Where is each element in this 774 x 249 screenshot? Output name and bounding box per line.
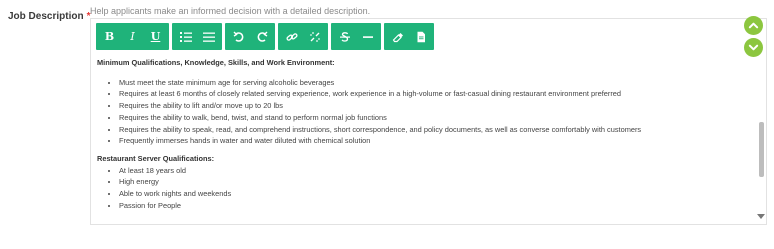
- move-down-button[interactable]: [744, 38, 763, 57]
- undo-button[interactable]: [227, 23, 250, 50]
- server-qualifications-list: At least 18 years old High energy Able t…: [97, 165, 745, 212]
- chevron-up-icon: [748, 22, 759, 29]
- editor-toolbar: B I U: [96, 23, 434, 50]
- job-description-label: Job Description *: [8, 11, 90, 22]
- link-group: [278, 23, 328, 50]
- scroll-down-arrow-icon[interactable]: [757, 214, 765, 219]
- misc-group: [384, 23, 434, 50]
- list-item: Requires the ability to speak, read, and…: [119, 124, 745, 136]
- rich-text-editor[interactable]: B I U Minimum Qualifications, Knowledge,…: [90, 18, 767, 225]
- unlink-button[interactable]: [303, 23, 326, 50]
- list-item: Requires at least 6 months of closely re…: [119, 88, 745, 100]
- editor-content[interactable]: Minimum Qualifications, Knowledge, Skill…: [97, 57, 745, 223]
- undo-icon: [233, 31, 243, 42]
- strikethrough-icon: [339, 31, 350, 42]
- eraser-icon: [392, 32, 403, 42]
- editor-scrollbar[interactable]: [756, 56, 766, 224]
- document-button[interactable]: [409, 23, 432, 50]
- ordered-list-icon: [179, 31, 192, 42]
- horizontal-rule-icon: [362, 35, 373, 38]
- bold-icon: B: [104, 30, 115, 43]
- list-item: High energy: [119, 176, 745, 188]
- list-item: Must meet the state minimum age for serv…: [119, 77, 745, 89]
- document-icon: [417, 31, 425, 42]
- redo-icon: [257, 31, 267, 42]
- unordered-list-icon: [202, 32, 215, 42]
- link-button[interactable]: [280, 23, 303, 50]
- list-item: Requires the ability to lift and/or move…: [119, 100, 745, 112]
- italic-icon: I: [130, 30, 135, 43]
- list-item: Passion for People: [119, 200, 745, 212]
- unordered-list-button[interactable]: [197, 23, 220, 50]
- list-item: Frequently immerses hands in water and w…: [119, 135, 745, 147]
- ordered-list-button[interactable]: [174, 23, 197, 50]
- bold-button[interactable]: B: [98, 23, 121, 50]
- qualifications-list: Must meet the state minimum age for serv…: [97, 77, 745, 147]
- eraser-button[interactable]: [386, 23, 409, 50]
- horizontal-rule-button[interactable]: [356, 23, 379, 50]
- label-text: Job Description: [8, 11, 84, 22]
- list-group: [172, 23, 222, 50]
- section-title: Restaurant Server Qualifications:: [97, 153, 215, 163]
- list-item: Able to work nights and weekends: [119, 188, 745, 200]
- help-text: Help applicants make an informed decisio…: [90, 6, 371, 16]
- underline-icon: U: [150, 30, 161, 43]
- strikethrough-button[interactable]: [333, 23, 356, 50]
- text-format-group: B I U: [96, 23, 169, 50]
- history-group: [225, 23, 275, 50]
- link-icon: [285, 32, 298, 41]
- unlink-icon: [309, 31, 320, 42]
- scroll-thumb[interactable]: [759, 122, 764, 177]
- move-up-button[interactable]: [744, 16, 763, 35]
- chevron-down-icon: [748, 44, 759, 51]
- section-title: Minimum Qualifications, Knowledge, Skill…: [97, 58, 335, 67]
- list-item: Requires the ability to walk, bend, twis…: [119, 112, 745, 124]
- underline-button[interactable]: U: [144, 23, 167, 50]
- italic-button[interactable]: I: [121, 23, 144, 50]
- redo-button[interactable]: [250, 23, 273, 50]
- format-group: [331, 23, 381, 50]
- list-item: At least 18 years old: [119, 165, 745, 177]
